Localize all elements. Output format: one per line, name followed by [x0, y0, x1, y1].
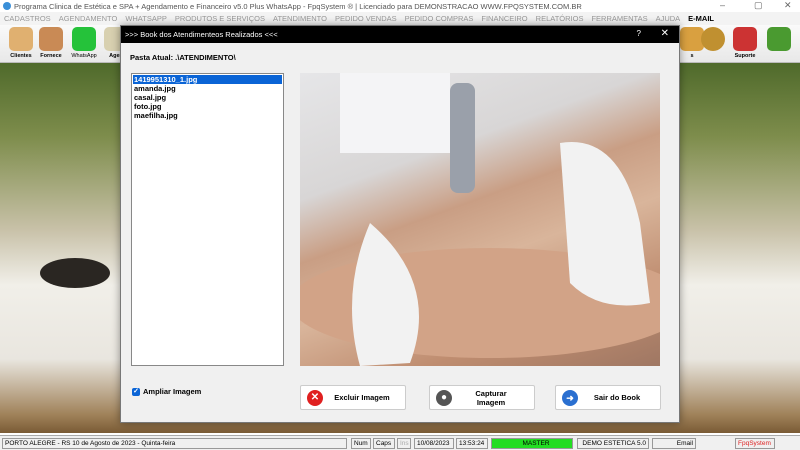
- app-icon: [3, 2, 11, 10]
- status-brand: FpqSystem: [735, 438, 775, 449]
- status-location: PORTO ALEGRE - RS 10 de Agosto de 2023 -…: [2, 438, 347, 449]
- menu-produtos[interactable]: PRODUTOS E SERVIÇOS: [175, 14, 265, 23]
- file-item[interactable]: maefilha.jpg: [133, 111, 282, 120]
- whatsapp-button[interactable]: WhatsApp: [68, 27, 100, 61]
- menu-relatorios[interactable]: RELATÓRIOS: [536, 14, 584, 23]
- webcam-icon: ●: [436, 389, 452, 406]
- ampliar-label: Ampliar Imagem: [143, 387, 202, 396]
- capturar-label: Capturar Imagem: [475, 388, 507, 407]
- close-button[interactable]: ✕: [784, 0, 792, 11]
- status-date: 10/08/2023: [414, 438, 454, 449]
- exit-button[interactable]: [763, 27, 795, 61]
- sair-button[interactable]: ➜ Sair do Book: [555, 385, 661, 410]
- file-list[interactable]: 1419951310_1.jpg amanda.jpg casal.jpg fo…: [131, 73, 284, 366]
- money-icon: [701, 27, 725, 51]
- supplier-icon: [39, 27, 63, 51]
- fornece-button[interactable]: Fornece: [35, 27, 67, 61]
- menu-financeiro[interactable]: FINANCEIRO: [481, 14, 527, 23]
- status-bar: PORTO ALEGRE - RS 10 de Agosto de 2023 -…: [0, 435, 800, 450]
- support-icon: [733, 27, 757, 51]
- delete-icon: ✕: [307, 389, 323, 406]
- capturar-button[interactable]: ● Capturar Imagem: [429, 385, 535, 410]
- dialog-titlebar: >>> Book dos Atendimenteos Realizados <<…: [121, 26, 679, 43]
- excluir-button[interactable]: ✕ Excluir Imagem: [300, 385, 406, 410]
- dialog-title: >>> Book dos Atendimenteos Realizados <<…: [125, 30, 278, 39]
- checkmark-icon: ✓: [132, 387, 140, 396]
- image-preview: [300, 73, 660, 366]
- window-titlebar: Programa Clinica de Estética e SPA + Age…: [0, 0, 800, 12]
- ampliar-checkbox[interactable]: ✓ Ampliar Imagem: [132, 387, 201, 396]
- whatsapp-icon: [72, 27, 96, 51]
- menu-email[interactable]: E-MAIL: [688, 14, 714, 23]
- exit-arrow-icon: ➜: [562, 389, 578, 406]
- menu-bar: CADASTROS AGENDAMENTO WHATSAPP PRODUTOS …: [0, 12, 800, 25]
- book-dialog: >>> Book dos Atendimenteos Realizados <<…: [120, 25, 680, 423]
- menu-pedido-compras[interactable]: PEDIDO COMPRAS: [405, 14, 474, 23]
- clientes-label: Clientes: [10, 53, 32, 59]
- fornece-label: Fornece: [40, 53, 62, 59]
- file-item[interactable]: 1419951310_1.jpg: [133, 75, 282, 84]
- status-ins: Ins: [397, 438, 411, 449]
- status-caps: Caps: [373, 438, 395, 449]
- sair-label: Sair do Book: [593, 393, 641, 402]
- status-time: 13:53:24: [456, 438, 488, 449]
- dialog-close-button[interactable]: ✕: [661, 28, 669, 39]
- menu-cadastros[interactable]: CADASTROS: [4, 14, 51, 23]
- minimize-button[interactable]: –: [720, 0, 725, 10]
- status-num: Num: [351, 438, 371, 449]
- status-user: MASTER: [491, 438, 573, 449]
- excluir-label: Excluir Imagem: [334, 393, 390, 402]
- status-email[interactable]: Email: [652, 438, 696, 449]
- hidden-label: s: [690, 53, 694, 59]
- treatment-photo: [300, 73, 660, 366]
- menu-ajuda[interactable]: AJUDA: [656, 14, 681, 23]
- whatsapp-label: WhatsApp: [71, 53, 97, 59]
- window-title: Programa Clinica de Estética e SPA + Age…: [14, 1, 582, 11]
- financeiro-button[interactable]: [697, 27, 729, 61]
- menu-atendimento[interactable]: ATENDIMENTO: [273, 14, 327, 23]
- current-folder-label: Pasta Atual: .\ATENDIMENTO\: [130, 53, 236, 62]
- menu-whatsapp[interactable]: WHATSAPP: [125, 14, 167, 23]
- suporte-button[interactable]: Suporte: [729, 27, 761, 61]
- menu-ferramentas[interactable]: FERRAMENTAS: [591, 14, 647, 23]
- maximize-button[interactable]: ▢: [754, 0, 763, 11]
- menu-agendamento[interactable]: AGENDAMENTO: [59, 14, 118, 23]
- suporte-label: Suporte: [734, 53, 756, 59]
- file-item[interactable]: casal.jpg: [133, 93, 282, 102]
- file-item[interactable]: foto.jpg: [133, 102, 282, 111]
- clients-icon: [9, 27, 33, 51]
- status-company: DEMO ESTETICA 5.0: [577, 438, 649, 449]
- exit-icon: [767, 27, 791, 51]
- file-item[interactable]: amanda.jpg: [133, 84, 282, 93]
- hot-stone: [40, 258, 110, 288]
- menu-pedido-vendas[interactable]: PEDIDO VENDAS: [335, 14, 397, 23]
- clientes-button[interactable]: Clientes: [5, 27, 37, 61]
- help-button[interactable]: ?: [637, 29, 641, 38]
